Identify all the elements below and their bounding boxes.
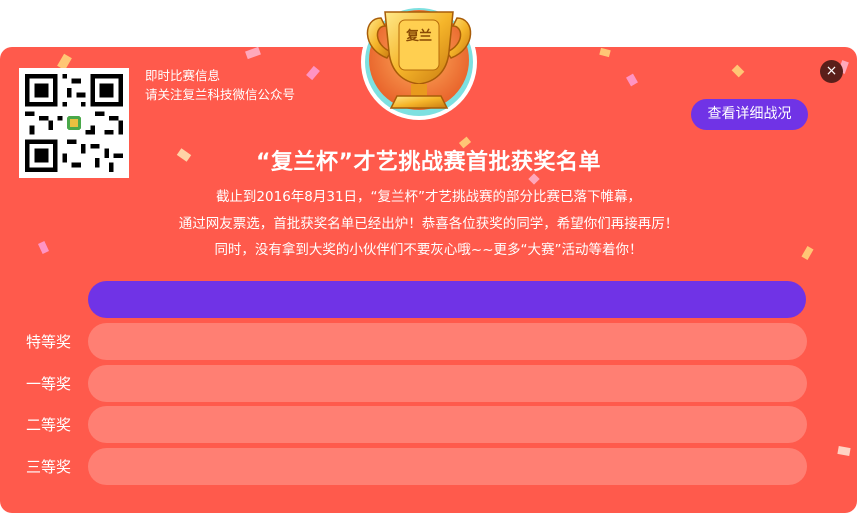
description: 截止到2016年8月31日，“复兰杯”才艺挑战赛的部分比赛已落下帷幕， 通过网友… xyxy=(0,184,857,264)
description-line: 截止到2016年8月31日，“复兰杯”才艺挑战赛的部分比赛已落下帷幕， xyxy=(215,189,642,205)
confetti-decoration xyxy=(731,64,745,78)
description-line: 同时，没有拿到大奖的小伙伴们不要灰心哦~~更多“大赛”活动等着你！ xyxy=(214,242,643,258)
confetti-decoration xyxy=(599,47,611,58)
prize-row-first xyxy=(88,365,807,402)
close-icon: × xyxy=(825,63,838,79)
confetti-decoration xyxy=(306,65,320,81)
prize-label-special: 特等奖 xyxy=(26,333,72,351)
trophy-label-top: 复兰 xyxy=(405,28,432,44)
qr-info-line1: 即时比赛信息 xyxy=(145,68,221,83)
qr-info-line2: 请关注复兰科技微信公众号 xyxy=(145,87,296,102)
prize-row-special xyxy=(88,323,807,360)
page-title: “复兰杯”才艺挑战赛首批获奖名单 xyxy=(256,150,601,175)
description-line: 通过网友票选，首批获奖名单已经出炉！恭喜各位获奖的同学，希望你们再接再厉！ xyxy=(178,215,679,232)
prize-row-third xyxy=(88,448,807,485)
confetti-decoration xyxy=(837,446,851,456)
qr-info: 即时比赛信息 请关注复兰科技微信公众号 xyxy=(145,66,295,104)
prize-label-first: 一等奖 xyxy=(26,375,72,393)
prize-label-third: 三等奖 xyxy=(26,458,72,476)
close-button[interactable]: × xyxy=(820,60,843,83)
trophy-icon: 复兰 xyxy=(359,0,479,125)
view-details-button[interactable]: 查看详细战况 xyxy=(691,99,808,130)
list-header-bar xyxy=(88,281,806,318)
confetti-decoration xyxy=(245,47,261,60)
confetti-decoration xyxy=(626,73,638,87)
prize-label-second: 二等奖 xyxy=(26,416,72,434)
prize-row-second xyxy=(88,406,807,443)
